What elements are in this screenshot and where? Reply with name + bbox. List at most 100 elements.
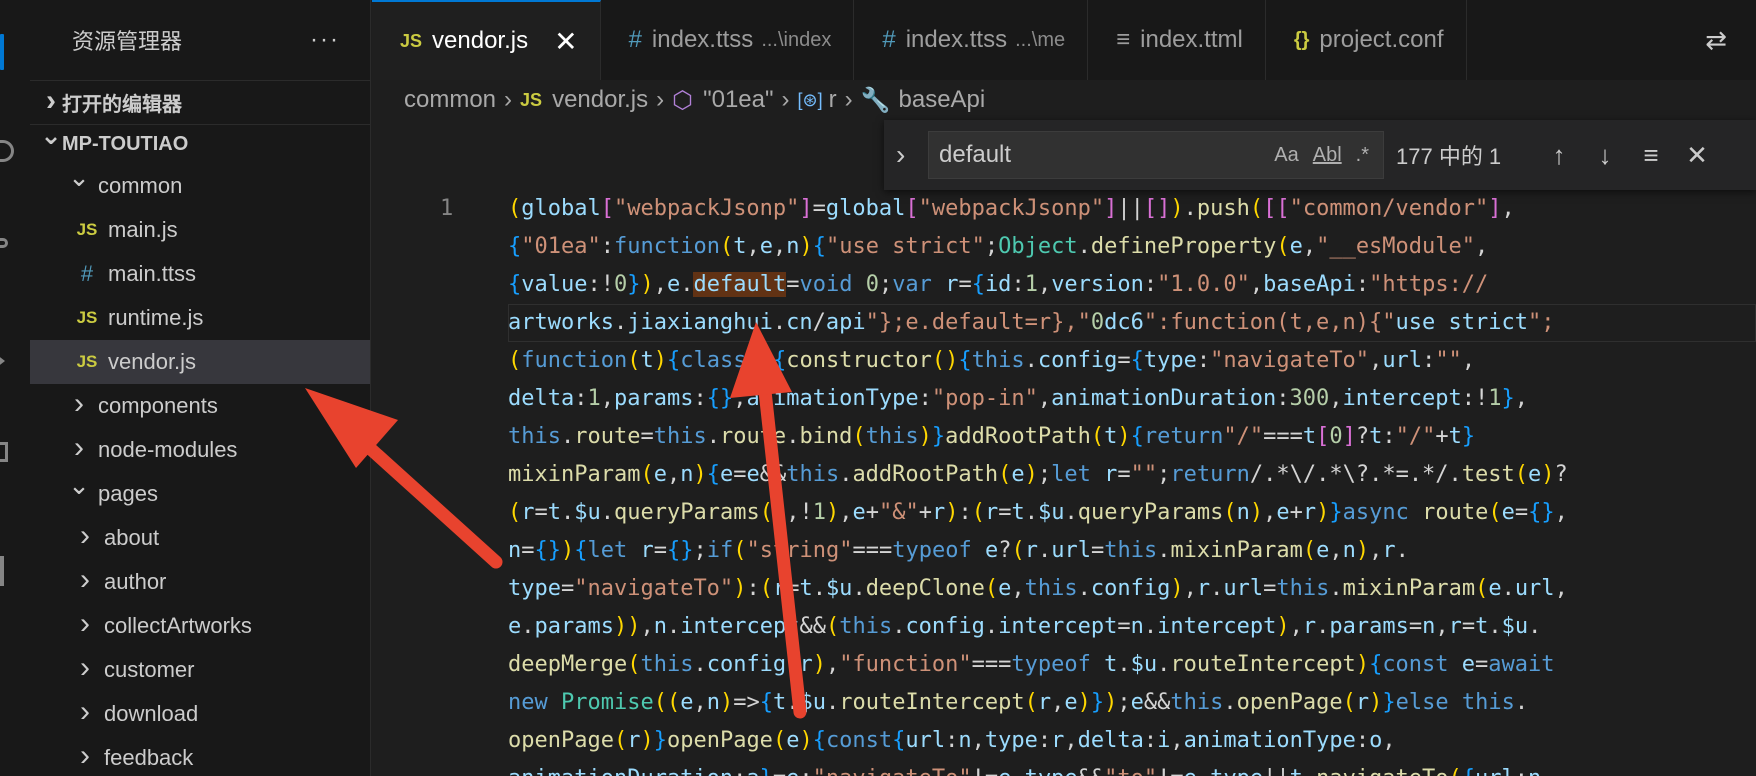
chevron-right-icon: › [844, 86, 853, 113]
chevron-right-icon [70, 570, 100, 594]
tree-item-main-ttss[interactable]: # main.ttss [30, 252, 370, 296]
tree-item-node-modules[interactable]: node-modules [30, 428, 370, 472]
code-line: delta:1,params:{},animationType:"pop-in"… [508, 386, 1529, 411]
tree-item-about[interactable]: about [30, 516, 370, 560]
more-actions-icon[interactable]: ··· [310, 26, 340, 54]
breadcrumb-file[interactable]: vendor.js [552, 86, 648, 114]
find-widget: › default Aa Abl .* 177 中的 1 ↑ ↓ ≡ ✕ [884, 120, 1756, 190]
tree-item-main-js[interactable]: JS main.js [30, 208, 370, 252]
tree-item-label: about [104, 525, 160, 550]
tree-item-label: node-modules [98, 437, 238, 462]
next-match-icon[interactable]: ↓ [1582, 140, 1628, 171]
chevron-right-icon [40, 91, 62, 115]
code-line: openPage(r)}openPage(e){const{url:n,type… [508, 728, 1396, 753]
tree-item-pages[interactable]: pages [30, 472, 370, 516]
extensions-icon[interactable] [0, 442, 8, 462]
whole-word-icon[interactable]: Abl [1313, 144, 1342, 167]
tree-item-customer[interactable]: customer [30, 648, 370, 692]
js-file-icon: JS [76, 352, 98, 371]
tree-item-components[interactable]: components [30, 384, 370, 428]
chevron-right-icon [70, 614, 100, 638]
compare-changes-icon[interactable]: ⇄ [1676, 0, 1756, 80]
tab-index-ttss[interactable]: # index.ttss ...\me [854, 0, 1089, 80]
tree-item-collectartworks[interactable]: collectArtworks [30, 604, 370, 648]
code-line: this.route=this.route.bind(this)}addRoot… [508, 424, 1476, 449]
tree-item-label: main.js [108, 217, 178, 242]
code-content[interactable]: (global["webpackJsonp"]=global["webpackJ… [508, 190, 1756, 776]
tab-label: index.ttss [651, 26, 754, 53]
code-line: {"01ea":function(t,e,n){"use strict";Obj… [508, 234, 1489, 259]
tree-item-author[interactable]: author [30, 560, 370, 604]
tab-vendor-js[interactable]: JS vendor.js ✕ [372, 0, 601, 80]
breadcrumb: common › JS vendor.js › ⬡ "01ea" › [⊛] r… [372, 80, 1756, 120]
chevron-down-icon [64, 176, 94, 197]
tab-path-hint: ...\me [1015, 28, 1066, 51]
editor-tabs: JS vendor.js ✕ # index.ttss ...\index # index.t… [372, 0, 1756, 80]
match-case-icon[interactable]: Aa [1274, 144, 1298, 167]
tree-item-label: pages [98, 481, 158, 506]
file-tree: common JS main.js # main.ttss JS runtime.js JS v… [30, 164, 370, 776]
section-label: MP-TOUTIAO [62, 133, 189, 155]
module-icon: ⬡ [672, 86, 694, 114]
chevron-down-icon [40, 134, 62, 155]
tree-item-vendor-js[interactable]: JS vendor.js [30, 340, 370, 384]
css-file-icon: # [80, 261, 94, 286]
search-icon[interactable] [0, 140, 14, 162]
tree-item-feedback[interactable]: feedback [30, 736, 370, 776]
json-file-icon: {} [1293, 28, 1310, 51]
tab-index-ttss[interactable]: # index.ttss ...\index [601, 0, 855, 80]
chevron-right-icon [64, 438, 94, 462]
remote-icon[interactable] [0, 556, 4, 586]
js-file-icon: JS [520, 89, 543, 110]
code-line: e.params)),n.intercept&&(this.config.int… [508, 614, 1542, 639]
chevron-right-icon [70, 702, 100, 726]
tree-item-label: vendor.js [108, 349, 197, 374]
close-icon[interactable]: ✕ [1674, 140, 1720, 171]
chevron-down-icon [64, 484, 94, 505]
breadcrumb-prop[interactable]: baseApi [899, 86, 986, 114]
activity-bar [0, 0, 30, 776]
find-input[interactable]: default Aa Abl .* [928, 131, 1384, 179]
tree-item-label: runtime.js [108, 305, 204, 330]
property-icon: 🔧 [860, 86, 891, 114]
js-file-icon: JS [76, 308, 98, 327]
code-line: mixinParam(e,n){e=e&&this.addRootPath(e)… [508, 462, 1568, 487]
code-line: (global["webpackJsonp"]=global["webpackJ… [508, 196, 1515, 221]
toggle-replace-icon[interactable]: › [896, 139, 922, 171]
code-line: (r=t.$u.queryParams(n,!1),e+"&"+r):(r=t.… [508, 500, 1568, 525]
explorer-active-indicator[interactable] [0, 34, 4, 70]
tab-label: index.ttss [905, 26, 1008, 53]
code-editor[interactable]: 1 (global["webpackJsonp"]=global["webpac… [372, 190, 1756, 776]
breadcrumb-folder[interactable]: common [404, 86, 496, 114]
tree-item-download[interactable]: download [30, 692, 370, 736]
tree-item-common[interactable]: common [30, 164, 370, 208]
breadcrumb-var[interactable]: r [829, 86, 837, 114]
tree-item-label: components [98, 393, 218, 418]
tree-item-label: author [104, 569, 167, 594]
tab-label: project.conf [1319, 26, 1444, 53]
js-file-icon: JS [76, 220, 98, 239]
explorer-sidebar: 资源管理器 ··· 打开的编辑器 MP-TOUTIAO common JS main… [30, 0, 371, 776]
code-line: (function(t){class n{constructor(){this.… [508, 348, 1476, 373]
section-project[interactable]: MP-TOUTIAO [30, 124, 370, 164]
breadcrumb-module[interactable]: "01ea" [703, 86, 773, 114]
tree-item-runtime-js[interactable]: JS runtime.js [30, 296, 370, 340]
run-debug-icon[interactable] [0, 352, 10, 368]
close-tab-icon[interactable]: ✕ [554, 25, 577, 58]
section-label: 打开的编辑器 [62, 94, 182, 116]
match-count: 177 中的 1 [1396, 144, 1502, 169]
line-number: 1 [440, 196, 454, 221]
tab-index-ttml[interactable]: ≡ index.ttml [1088, 0, 1266, 80]
source-control-icon[interactable] [0, 238, 8, 248]
regex-icon[interactable]: .* [1356, 144, 1369, 167]
code-line: type="navigateTo"):(r=t.$u.deepClone(e,t… [508, 576, 1568, 601]
sidebar-header: 资源管理器 ··· [30, 0, 370, 80]
section-open-editors[interactable]: 打开的编辑器 [30, 80, 370, 124]
variable-icon: [⊛] [797, 89, 823, 110]
document-icon: ≡ [1116, 26, 1131, 53]
previous-match-icon[interactable]: ↑ [1536, 140, 1582, 171]
tab-project-conf[interactable]: {} project.conf [1266, 0, 1467, 80]
find-in-selection-icon[interactable]: ≡ [1628, 140, 1674, 171]
js-file-icon: JS [400, 30, 423, 51]
tab-label: index.ttml [1140, 26, 1243, 53]
